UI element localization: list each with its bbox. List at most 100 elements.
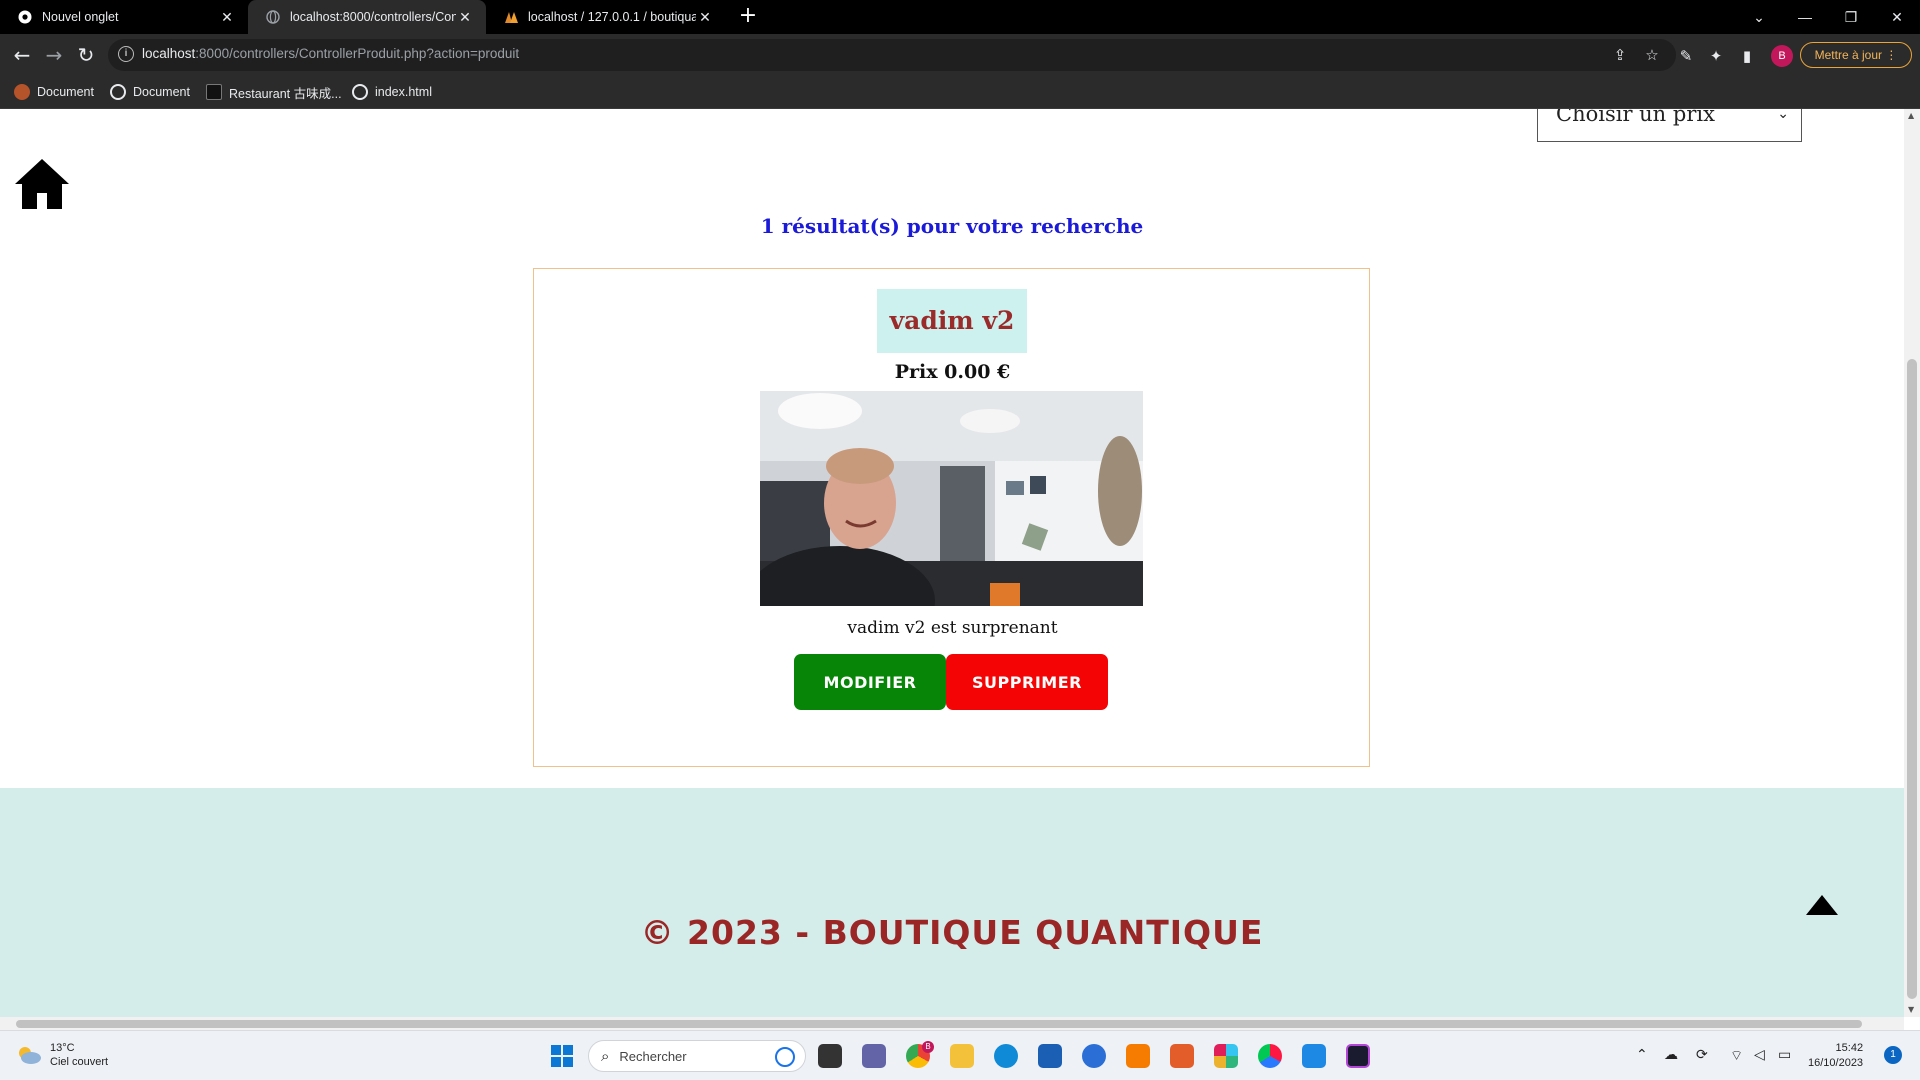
chrome-profile-badge: B: [922, 1041, 934, 1053]
bookmark-item[interactable]: Document: [14, 82, 94, 102]
horizontal-scrollbar[interactable]: [0, 1017, 1904, 1030]
price-select-value: Choisir un prix: [1556, 109, 1715, 126]
horizontal-scroll-thumb[interactable]: [16, 1020, 1862, 1028]
modify-button[interactable]: MODIFIER: [794, 654, 946, 710]
new-tab-button[interactable]: +: [736, 5, 760, 29]
taskbar-search-box[interactable]: ⌕ Rechercher: [588, 1040, 806, 1072]
search-result-message: 1 résultat(s) pour votre recherche: [760, 214, 1144, 238]
microsoft-store-icon[interactable]: [1038, 1044, 1062, 1068]
product-description: vadim v2 est surprenant: [847, 618, 1058, 638]
info-icon[interactable]: i: [118, 46, 134, 62]
vertical-scroll-thumb[interactable]: [1907, 359, 1917, 999]
search-icon: ⌕: [601, 1047, 610, 1065]
product-card: vadim v2 Prix 0.00 € vadim v2 est surpre…: [533, 268, 1370, 767]
back-arrow-icon[interactable]: ←: [8, 42, 36, 70]
bookmark-item[interactable]: Document: [110, 82, 190, 102]
file-explorer-icon[interactable]: [950, 1044, 974, 1068]
notification-badge[interactable]: 1: [1884, 1046, 1902, 1064]
product-name: vadim v2: [877, 289, 1027, 353]
price-filter-select[interactable]: Choisir un prix ⌄: [1537, 109, 1802, 142]
update-label: Mettre à jour: [1814, 48, 1882, 62]
git-app-icon[interactable]: [1170, 1044, 1194, 1068]
edge-icon[interactable]: [994, 1044, 1018, 1068]
close-icon[interactable]: ✕: [456, 9, 474, 26]
bookmark-item[interactable]: Restaurant 古味成...: [206, 82, 342, 102]
bookmark-label: Restaurant 古味成...: [229, 86, 342, 101]
chart-icon: [206, 84, 222, 100]
windows-start-icon[interactable]: [550, 1044, 574, 1068]
tab-controller-produit[interactable]: localhost:8000/controllers/Contr ✕: [248, 0, 486, 34]
page-footer: © 2023 - BOUTIQUE QUANTIQUE: [0, 788, 1904, 1017]
profile-avatar[interactable]: B: [1771, 45, 1793, 67]
address-bar[interactable]: i localhost:8000/controllers/ControllerP…: [108, 39, 1676, 71]
update-button[interactable]: Mettre à jour ⋮: [1800, 42, 1912, 68]
document-icon: [14, 84, 30, 100]
tray-chevron-up-icon[interactable]: ⌃: [1636, 1047, 1648, 1063]
browser-tab-bar: Nouvel onglet ✕ localhost:8000/controlle…: [0, 0, 1920, 34]
bookmarks-bar: Document Document Restaurant 古味成... inde…: [0, 76, 1920, 109]
bookmark-item[interactable]: index.html: [352, 82, 432, 102]
phpstorm-icon[interactable]: [1346, 1044, 1370, 1068]
side-panel-icon[interactable]: ▮: [1736, 45, 1758, 67]
clock-time: 15:42: [1835, 1042, 1864, 1054]
cloud-icon: [19, 1047, 41, 1064]
share-icon[interactable]: ⇪: [1610, 46, 1630, 64]
xampp-icon[interactable]: [1126, 1044, 1150, 1068]
delete-button[interactable]: SUPPRIMER: [946, 654, 1108, 710]
weather-description: Ciel couvert: [50, 1056, 109, 1068]
restore-button[interactable]: ❐: [1828, 0, 1874, 34]
minimize-button[interactable]: —: [1782, 0, 1828, 34]
clock-date: 16/10/2023: [1808, 1057, 1864, 1069]
pen-extension-icon[interactable]: ✎: [1675, 45, 1697, 67]
product-price: Prix 0.00 €: [894, 361, 1011, 383]
search-placeholder: Rechercher: [619, 1048, 687, 1064]
weather-temperature: 13°C: [50, 1042, 75, 1054]
windows-taskbar: 13°C Ciel couvert ⌕ Rechercher B ⌃ ☁ ⟳ ⌔…: [0, 1030, 1920, 1080]
tab-new-tab[interactable]: Nouvel onglet ✕: [0, 0, 248, 34]
vertical-scrollbar[interactable]: ▲ ▼: [1904, 109, 1920, 1017]
forward-arrow-icon[interactable]: →: [40, 42, 68, 70]
globe-icon: [352, 84, 368, 100]
home-icon[interactable]: [13, 157, 71, 211]
reload-icon[interactable]: ↻: [72, 42, 100, 70]
close-window-button[interactable]: ✕: [1874, 0, 1920, 34]
tab-label: localhost:8000/controllers/Contr: [290, 10, 456, 24]
slack-icon[interactable]: [1214, 1044, 1238, 1068]
close-icon[interactable]: ✕: [218, 9, 236, 26]
page-content: Choisir un prix ⌄ 1 résultat(s) pour vot…: [0, 109, 1904, 1017]
color-app-icon[interactable]: [1258, 1044, 1282, 1068]
tab-label: Nouvel onglet: [42, 10, 119, 24]
close-icon[interactable]: ✕: [696, 9, 714, 26]
weather-widget[interactable]: 13°C Ciel couvert: [16, 1041, 108, 1069]
chevron-down-icon: ⌄: [1777, 109, 1789, 122]
scroll-up-arrow-icon[interactable]: ▲: [1908, 111, 1916, 120]
tab-phpmyadmin[interactable]: localhost / 127.0.0.1 / boutiquan ✕: [486, 0, 726, 34]
tab-label: localhost / 127.0.0.1 / boutiquan: [528, 10, 696, 24]
globe-icon: [266, 10, 280, 24]
bing-icon[interactable]: [775, 1047, 795, 1067]
volume-muted-icon[interactable]: ◁: [1754, 1047, 1765, 1063]
globe-icon: [110, 84, 126, 100]
browser-toolbar: ← → ↻ i localhost:8000/controllers/Contr…: [0, 34, 1920, 76]
product-photo: [760, 391, 1143, 606]
system-clock[interactable]: 15:42 16/10/2023: [1808, 1041, 1863, 1071]
refresh-sync-icon[interactable]: ⟳: [1696, 1047, 1708, 1063]
scroll-to-top-icon[interactable]: [1804, 893, 1840, 917]
scroll-down-arrow-icon[interactable]: ▼: [1908, 1005, 1916, 1014]
firefox-icon[interactable]: [1082, 1044, 1106, 1068]
notepad-icon[interactable]: [1302, 1044, 1326, 1068]
puzzle-extension-icon[interactable]: ✦: [1705, 45, 1727, 67]
task-view-icon[interactable]: [818, 1044, 842, 1068]
teams-icon[interactable]: [862, 1044, 886, 1068]
bookmark-label: index.html: [375, 85, 432, 99]
cloud-sync-icon[interactable]: ☁: [1664, 1047, 1678, 1063]
footer-copyright: © 2023 - BOUTIQUE QUANTIQUE: [640, 913, 1264, 952]
bookmark-label: Document: [37, 85, 94, 99]
bookmark-star-icon[interactable]: ☆: [1642, 46, 1662, 64]
bookmark-label: Document: [133, 85, 190, 99]
wifi-icon[interactable]: ⌔: [1730, 1047, 1743, 1065]
chrome-icon: [18, 10, 32, 24]
battery-icon[interactable]: ▭: [1778, 1047, 1791, 1063]
url-text[interactable]: localhost:8000/controllers/ControllerPro…: [142, 46, 519, 61]
tab-search-icon[interactable]: ⌄: [1736, 0, 1782, 34]
